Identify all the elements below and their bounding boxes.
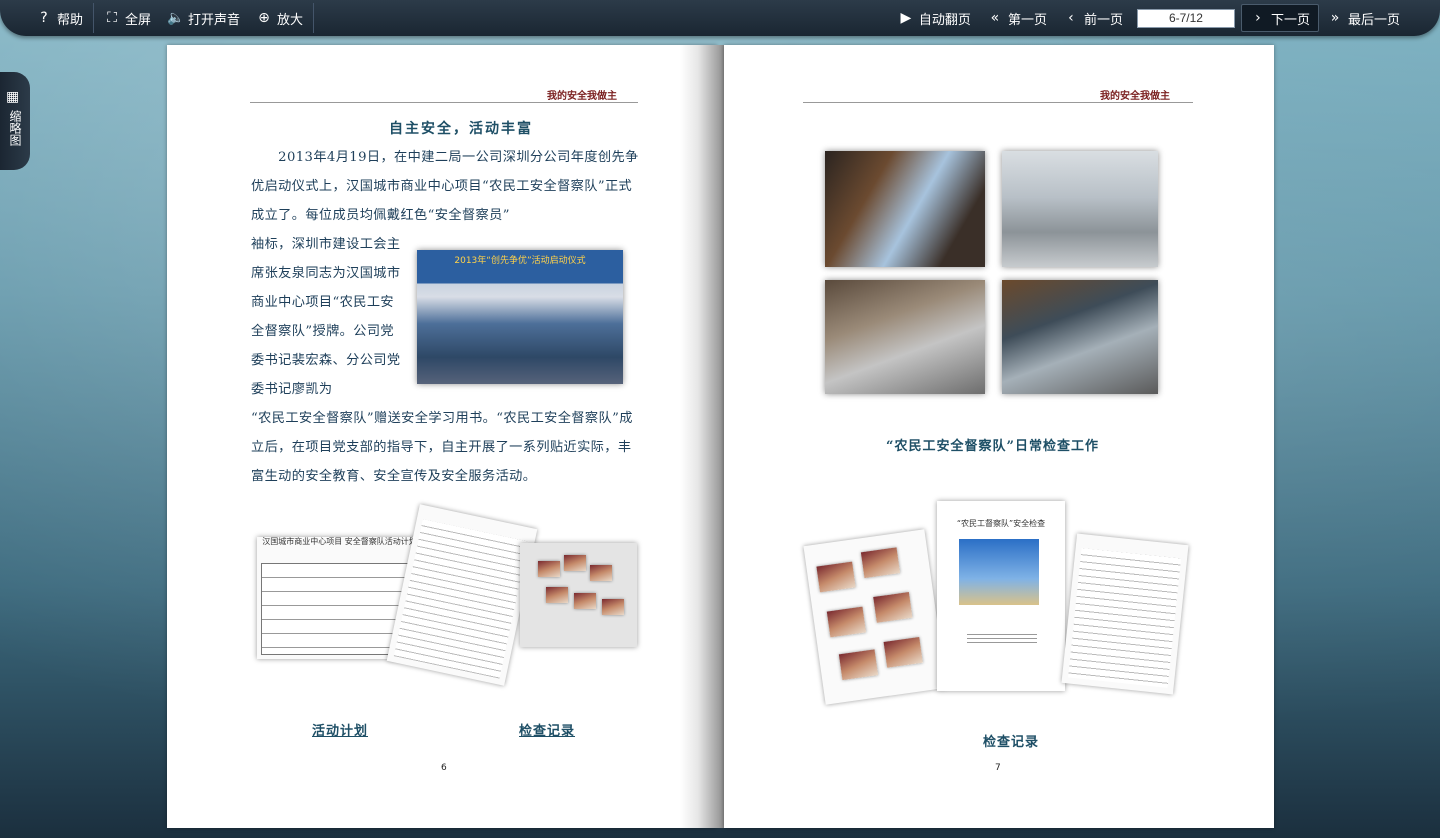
caption-daily-inspection: “农民工安全督察队”日常检查工作 <box>886 439 1099 454</box>
page-number: 7 <box>995 763 1001 773</box>
fullscreen-label: 全屏 <box>125 12 152 28</box>
header-rule <box>803 102 1193 103</box>
caption-inspection-records: 检查记录 <box>983 735 1040 750</box>
thumbnail-photo <box>838 649 879 681</box>
thumbnail-photo <box>873 592 913 623</box>
first-page-button[interactable]: « 第一页 <box>979 0 1055 36</box>
question-icon: ? <box>40 10 48 26</box>
section-title: 自主安全，活动丰富 <box>389 121 533 137</box>
thumbnail-photo <box>602 599 624 615</box>
grid-icon: ▦ <box>6 89 20 105</box>
inspection-form-document <box>1061 533 1189 695</box>
thumbnail-photo <box>826 606 867 638</box>
document-footer-lines <box>967 631 1037 645</box>
page-number-input[interactable]: 6-7/12 <box>1136 8 1235 28</box>
book-page-left[interactable]: 我的安全我做主 自主安全，活动丰富 2013年4月19日，在中建二局一公司深圳分… <box>167 45 717 828</box>
inspection-photo-1 <box>825 151 985 267</box>
next-page-button[interactable]: › 下一页 <box>1240 4 1319 32</box>
auto-flip-button[interactable]: ▶ 自动翻页 <box>890 0 979 36</box>
sound-label: 打开声音 <box>188 12 241 28</box>
inspection-cover-document: “农民工督察队”安全检查 <box>937 501 1065 691</box>
thumbnail-photo <box>546 587 568 603</box>
body-paragraph-1: 2013年4月19日，在中建二局一公司深圳分公司年度创先争优启动仪式上，汉国城市… <box>251 150 639 223</box>
viewer-toolbar: ? 帮助 ⛶ 全屏 🔈 打开声音 ⊕ 放大 ▶ 自动翻页 « 第一页 ‹ 前一页 <box>0 0 1440 36</box>
inspection-photo-2 <box>1002 151 1158 267</box>
play-icon: ▶ <box>900 10 912 26</box>
thumbnail-tab-label: 缩略图 <box>8 110 22 146</box>
inspection-photos-collage <box>520 543 637 647</box>
document-title: “农民工督察队”安全检查 <box>956 519 1046 528</box>
zoom-button[interactable]: ⊕ 放大 <box>248 0 311 36</box>
last-page-label: 最后一页 <box>1347 12 1400 28</box>
document-lines <box>1068 548 1182 688</box>
toolbar-separator <box>93 3 95 33</box>
auto-flip-label: 自动翻页 <box>918 12 971 28</box>
inspection-photo-3 <box>825 280 985 394</box>
sound-button[interactable]: 🔈 打开声音 <box>159 0 248 36</box>
ceremony-photo: 2013年“创先争优”活动启动仪式 <box>417 250 623 384</box>
fullscreen-icon: ⛶ <box>107 10 117 26</box>
toolbar-left-group: ? 帮助 ⛶ 全屏 🔈 打开声音 ⊕ 放大 <box>28 0 316 36</box>
photo-banner-text: 2013年“创先争优”活动启动仪式 <box>454 256 586 266</box>
thumbnail-tab[interactable]: ▦ 缩略图 <box>0 72 30 170</box>
document-title: 汉国城市商业中心项目 安全督察队活动计划 <box>262 537 417 546</box>
thumbnail-photo <box>816 561 856 593</box>
thumbnail-photo <box>538 561 560 577</box>
header-rule <box>250 102 638 103</box>
double-chevron-right-icon: » <box>1330 10 1340 26</box>
inspection-record-document <box>386 504 538 686</box>
prev-page-button[interactable]: ‹ 前一页 <box>1055 0 1131 36</box>
inspection-photo-4 <box>1002 280 1158 394</box>
thumbnail-photo <box>860 547 901 579</box>
speaker-icon: 🔈 <box>167 10 185 26</box>
prev-page-label: 前一页 <box>1083 12 1123 28</box>
toolbar-separator <box>313 3 315 33</box>
last-page-button[interactable]: » 最后一页 <box>1319 0 1408 36</box>
inspection-photo-sheet <box>803 529 947 705</box>
help-button[interactable]: ? 帮助 <box>28 0 91 36</box>
building-photo <box>959 539 1039 605</box>
double-chevron-left-icon: « <box>990 10 1000 26</box>
book-page-right[interactable]: 我的安全我做主 “农民工安全督察队”日常检查工作 “农民工督察队”安全检查 检查… <box>724 45 1274 828</box>
first-page-label: 第一页 <box>1007 12 1047 28</box>
chevron-right-icon: › <box>1255 10 1261 26</box>
body-paragraph-2: “农民工安全督察队”赠送安全学习用书。“农民工安全督察队”成立后，在项目党支部的… <box>251 411 633 484</box>
thumbnail-photo <box>574 593 596 609</box>
document-lines <box>393 519 529 679</box>
thumbnail-photo <box>883 637 923 668</box>
zoom-in-icon: ⊕ <box>258 10 270 26</box>
toolbar-right-group: ▶ 自动翻页 « 第一页 ‹ 前一页 6-7/12 › 下一页 » 最后一页 <box>890 0 1408 36</box>
running-head: 我的安全我做主 <box>1100 91 1170 102</box>
chevron-left-icon: ‹ <box>1068 10 1074 26</box>
caption-activity-plan: 活动计划 <box>312 724 369 739</box>
thumbnail-photo <box>564 555 586 571</box>
page-number: 6 <box>441 763 447 773</box>
running-head: 我的安全我做主 <box>547 91 617 102</box>
next-page-label: 下一页 <box>1270 12 1310 28</box>
body-paragraph-column: 袖标，深圳市建设工会主席张友泉同志为汉国城市商业中心项目“农民工安全督察队”授牌… <box>251 237 401 397</box>
zoom-label: 放大 <box>277 12 304 28</box>
fullscreen-button[interactable]: ⛶ 全屏 <box>96 0 159 36</box>
thumbnail-photo <box>590 565 612 581</box>
caption-inspection-records: 检查记录 <box>519 724 576 739</box>
help-label: 帮助 <box>57 12 84 28</box>
